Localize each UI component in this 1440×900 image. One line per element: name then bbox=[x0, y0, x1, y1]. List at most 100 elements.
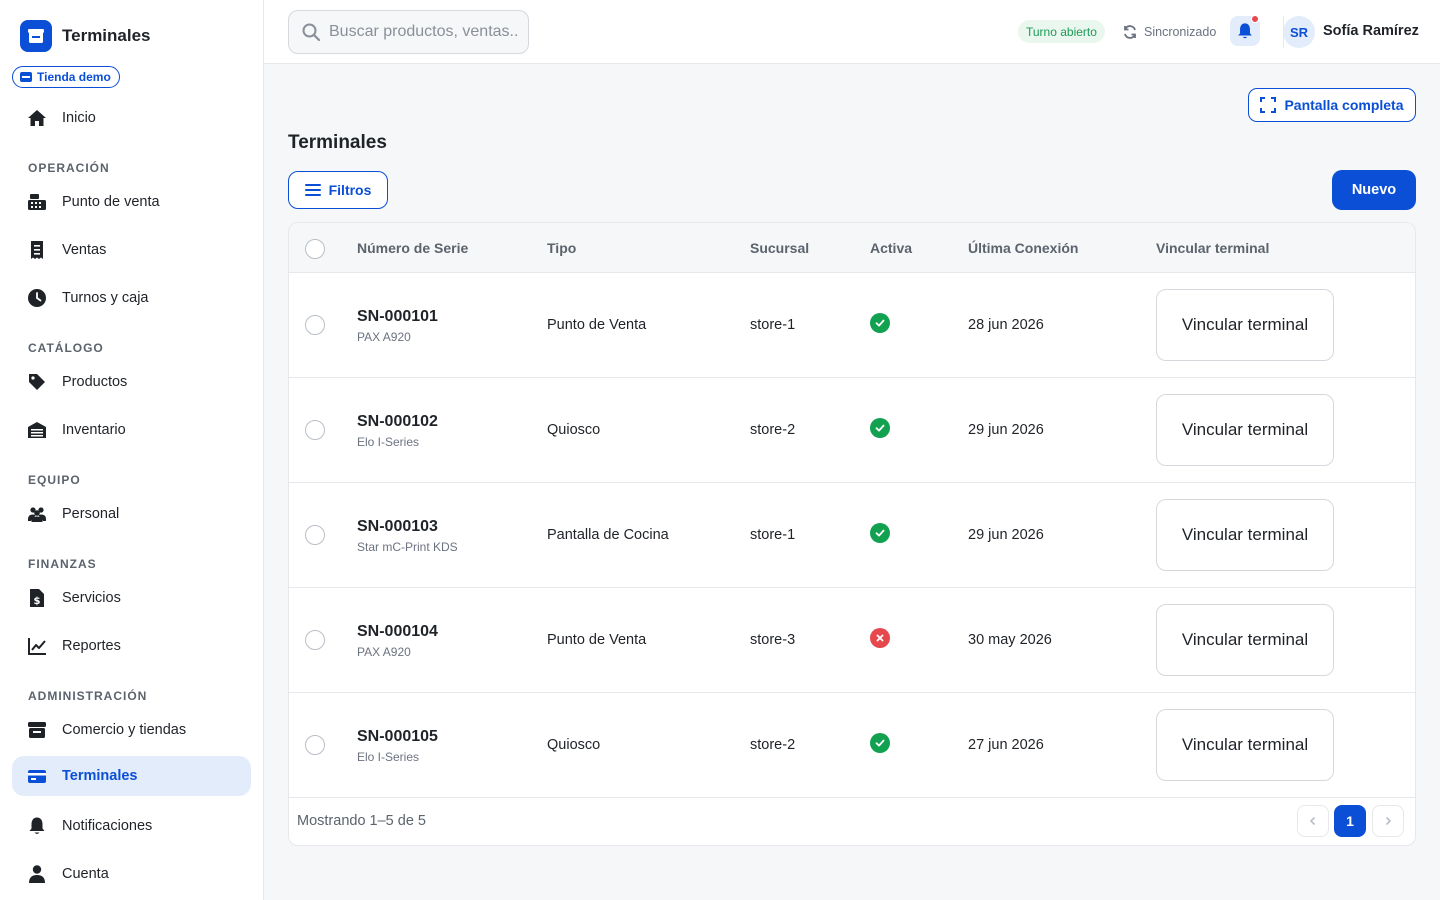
column-header-branch[interactable]: Sucursal bbox=[750, 240, 809, 256]
prev-page-button[interactable] bbox=[1297, 805, 1329, 837]
sidebar-item-terminales[interactable]: Terminales bbox=[12, 756, 251, 796]
filters-button[interactable]: Filtros bbox=[288, 171, 388, 209]
menu-lines-icon bbox=[304, 184, 321, 196]
sidebar-item-productos[interactable]: Productos bbox=[12, 362, 251, 402]
section-catalogo: CATÁLOGO bbox=[28, 341, 104, 355]
chevron-left-icon bbox=[1309, 816, 1316, 826]
sync-status[interactable]: Sincronizado bbox=[1122, 20, 1216, 43]
new-button[interactable]: Nuevo bbox=[1332, 170, 1416, 210]
user-name[interactable]: Sofía Ramírez bbox=[1323, 23, 1419, 39]
sidebar-item-label: Turnos y caja bbox=[62, 290, 149, 306]
branch: store-1 bbox=[750, 527, 796, 543]
sidebar-item-inicio[interactable]: Inicio bbox=[12, 98, 251, 138]
home-icon bbox=[26, 107, 48, 129]
branch: store-1 bbox=[750, 317, 796, 333]
page-title: Terminales bbox=[288, 132, 387, 153]
active-check-icon bbox=[870, 523, 890, 543]
last-connection: 28 jun 2026 bbox=[968, 317, 1044, 333]
notification-dot bbox=[1251, 15, 1259, 23]
serial-number: SN-000102 bbox=[357, 413, 438, 430]
device-model: Elo I-Series bbox=[357, 435, 420, 449]
app-title: Terminales bbox=[62, 26, 151, 45]
sidebar-item-label: Punto de venta bbox=[62, 194, 160, 210]
last-connection: 29 jun 2026 bbox=[968, 422, 1044, 438]
device-model: Star mC-Print KDS bbox=[357, 540, 458, 554]
sidebar-item-inventario[interactable]: Inventario bbox=[12, 410, 251, 450]
terminal-type: Quiosco bbox=[547, 422, 601, 438]
row-checkbox[interactable] bbox=[305, 630, 325, 650]
sidebar-item-label: Cuenta bbox=[62, 866, 109, 882]
terminal-type: Punto de Venta bbox=[547, 632, 647, 648]
clock-icon bbox=[26, 287, 48, 309]
line-chart-icon bbox=[26, 635, 48, 657]
link-terminal-button[interactable]: Vincular terminal bbox=[1156, 394, 1334, 466]
sidebar-item-label: Reportes bbox=[62, 638, 121, 654]
sidebar-item-label: Notificaciones bbox=[62, 818, 153, 834]
column-header-last-connection[interactable]: Última Conexión bbox=[968, 240, 1078, 256]
link-terminal-button[interactable]: Vincular terminal bbox=[1156, 289, 1334, 361]
fullscreen-label: Pantalla completa bbox=[1284, 97, 1404, 113]
row-checkbox[interactable] bbox=[305, 420, 325, 440]
credit-card-icon bbox=[26, 765, 48, 787]
active-check-icon bbox=[870, 313, 890, 333]
table-row[interactable]: SN-000101 PAX A920 Punto de Venta store-… bbox=[289, 273, 1415, 378]
shift-status-badge: Turno abierto bbox=[1018, 20, 1105, 43]
sidebar-item-label: Terminales bbox=[62, 768, 138, 784]
search-box[interactable] bbox=[288, 10, 529, 54]
sidebar-item-servicios[interactable]: $ Servicios bbox=[12, 578, 251, 618]
active-check-icon bbox=[870, 418, 890, 438]
sidebar-item-comercio[interactable]: Comercio y tiendas bbox=[12, 710, 251, 750]
table-row[interactable]: SN-000105 Elo I-Series Quiosco store-2 2… bbox=[289, 693, 1415, 798]
select-all-checkbox[interactable] bbox=[305, 239, 325, 259]
sidebar-item-punto-de-venta[interactable]: Punto de venta bbox=[12, 182, 251, 222]
store-badge[interactable]: Tienda demo bbox=[12, 66, 120, 88]
sidebar-item-turnos[interactable]: Turnos y caja bbox=[12, 278, 251, 318]
terminal-type: Punto de Venta bbox=[547, 317, 647, 333]
table-row[interactable]: SN-000102 Elo I-Series Quiosco store-2 2… bbox=[289, 378, 1415, 483]
link-terminal-button[interactable]: Vincular terminal bbox=[1156, 499, 1334, 571]
terminals-table: Número de Serie Tipo Sucursal Activa Últ… bbox=[288, 222, 1416, 846]
inactive-x-icon bbox=[870, 628, 890, 648]
serial-number: SN-000104 bbox=[357, 623, 438, 640]
table-row[interactable]: SN-000103 Star mC-Print KDS Pantalla de … bbox=[289, 483, 1415, 588]
sidebar-item-label: Servicios bbox=[62, 590, 121, 606]
section-operacion: OPERACIÓN bbox=[28, 161, 110, 175]
next-page-button[interactable] bbox=[1372, 805, 1404, 837]
column-header-type[interactable]: Tipo bbox=[547, 240, 576, 256]
page-button-current[interactable]: 1 bbox=[1334, 805, 1366, 837]
search-input[interactable] bbox=[329, 23, 517, 41]
sidebar: Terminales Tienda demo Inicio OPERACIÓN … bbox=[0, 0, 264, 900]
sidebar-item-label: Ventas bbox=[62, 242, 107, 258]
store-badge-label: Tienda demo bbox=[37, 70, 111, 84]
sidebar-item-label: Productos bbox=[62, 374, 128, 390]
avatar[interactable]: SR bbox=[1283, 16, 1315, 48]
warehouse-icon bbox=[26, 419, 48, 441]
search-icon bbox=[302, 23, 321, 42]
brand[interactable]: Terminales bbox=[20, 20, 151, 52]
link-terminal-button[interactable]: Vincular terminal bbox=[1156, 604, 1334, 676]
chevron-right-icon bbox=[1385, 816, 1392, 826]
sidebar-item-label: Personal bbox=[62, 506, 120, 522]
terminal-type: Quiosco bbox=[547, 737, 601, 753]
refresh-icon bbox=[1124, 24, 1136, 39]
sidebar-item-reportes[interactable]: Reportes bbox=[12, 626, 251, 666]
store-icon bbox=[20, 72, 32, 82]
fullscreen-button[interactable]: Pantalla completa bbox=[1248, 88, 1416, 122]
column-header-active[interactable]: Activa bbox=[870, 240, 912, 256]
table-row[interactable]: SN-000104 PAX A920 Punto de Venta store-… bbox=[289, 588, 1415, 693]
notifications-button[interactable] bbox=[1230, 15, 1260, 46]
sidebar-item-personal[interactable]: Personal bbox=[12, 494, 251, 534]
row-checkbox[interactable] bbox=[305, 315, 325, 335]
sidebar-item-notificaciones[interactable]: Notificaciones bbox=[12, 806, 251, 846]
users-icon bbox=[26, 503, 48, 525]
sidebar-item-ventas[interactable]: Ventas bbox=[12, 230, 251, 270]
sidebar-item-cuenta[interactable]: Cuenta bbox=[12, 854, 251, 894]
topbar: Turno abierto Sincronizado SR Sofía Ramí… bbox=[264, 0, 1440, 64]
invoice-dollar-icon: $ bbox=[26, 587, 48, 609]
last-connection: 30 may 2026 bbox=[968, 632, 1052, 648]
row-checkbox[interactable] bbox=[305, 525, 325, 545]
row-checkbox[interactable] bbox=[305, 735, 325, 755]
column-header-serial[interactable]: Número de Serie bbox=[357, 240, 468, 256]
column-header-link: Vincular terminal bbox=[1156, 240, 1270, 256]
link-terminal-button[interactable]: Vincular terminal bbox=[1156, 709, 1334, 781]
